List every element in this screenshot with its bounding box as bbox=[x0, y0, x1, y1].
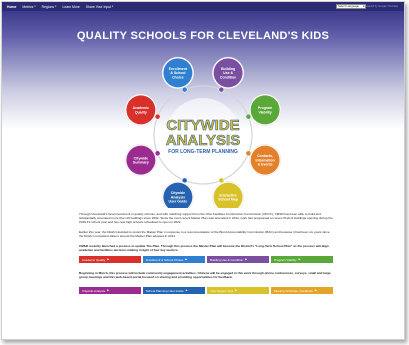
circle-label: Citywide Summary bbox=[133, 156, 149, 164]
arrow-right-icon: ▶ bbox=[185, 289, 188, 292]
program-viability-button[interactable]: Program Viability ▶ bbox=[271, 256, 333, 263]
metrics-button-row: Academic Quality ▶ Enrollment & School Cho… bbox=[79, 256, 333, 263]
button-label: Program Viability bbox=[274, 257, 297, 262]
building-use-condition-button[interactable]: Building Use & Condition ▶ bbox=[207, 256, 269, 263]
browser-page: Home Metrics ▾ Regions ▾ Learn More Share Your… bbox=[1, 1, 405, 340]
nav-item-label: Home bbox=[7, 4, 17, 9]
button-label: Building Use & Condition bbox=[210, 257, 244, 262]
center-title-line2: ANALYSIS bbox=[166, 132, 240, 149]
revisit-paragraph: Earlier this year, the District decided … bbox=[79, 230, 330, 239]
citywide-analysis-wheel: Enrollment & School ChoiceBuilding Use & Con… bbox=[124, 56, 282, 208]
button-label: Citywide Analysis bbox=[82, 288, 106, 293]
academic-quality-button[interactable]: Academic Quality ▶ bbox=[79, 256, 141, 263]
nav-item-label: Regions bbox=[41, 4, 55, 9]
nav-item-share-your-input[interactable]: Share Your Input ▾ bbox=[86, 5, 114, 9]
google-translate-credit: Powered by Google Translate bbox=[363, 5, 398, 8]
nav-item-label: Metrics bbox=[22, 4, 34, 9]
button-label: View Region Tool bbox=[210, 288, 234, 293]
circle-label: Academic Quality bbox=[133, 106, 150, 114]
intro-paragraph: Through Cleveland's local investment in … bbox=[79, 212, 333, 225]
top-navigation-bar: Home Metrics ▾ Regions ▾ Learn More Share Your… bbox=[2, 2, 404, 11]
arrow-right-icon: ▶ bbox=[185, 258, 188, 261]
nav-item-home[interactable]: Home bbox=[7, 5, 16, 9]
school-planning-user-guide-button[interactable]: School Planning User Guide ▶ bbox=[143, 287, 205, 294]
nav-item-label: Share Your Input bbox=[85, 4, 112, 9]
engagement-paragraph: Beginning in March, this process will in… bbox=[79, 271, 331, 280]
meeting-schedule-feedback-button[interactable]: Meeting Schedule, Feedback ▶ bbox=[271, 287, 333, 294]
center-subtitle: FOR LONG-TERM PLANNING bbox=[168, 149, 238, 155]
update-plan-paragraph: CMSD recently launched a process to upda… bbox=[79, 244, 329, 253]
nav-item-learn-more[interactable]: Learn More bbox=[62, 5, 79, 9]
circle-label: Citywide Analysis User Guide bbox=[169, 191, 188, 203]
arrow-right-icon: ▶ bbox=[298, 258, 301, 261]
chevron-down-icon: ▾ bbox=[55, 5, 57, 8]
arrow-right-icon: ▶ bbox=[235, 289, 238, 292]
arrow-right-icon: ▶ bbox=[107, 258, 110, 261]
language-select-value: Select Language bbox=[338, 4, 359, 9]
arrow-right-icon: ▶ bbox=[107, 289, 110, 292]
button-label: School Planning User Guide bbox=[146, 288, 184, 293]
button-label: Enrollment & School Choice bbox=[146, 257, 184, 262]
citywide-analysis-button[interactable]: Citywide Analysis ▶ bbox=[79, 287, 141, 294]
enrollment-school-choice-button[interactable]: Enrollment & School Choice ▶ bbox=[143, 256, 205, 263]
arrow-right-icon: ▶ bbox=[314, 289, 317, 292]
arrow-right-icon: ▶ bbox=[245, 258, 248, 261]
resources-button-row: Citywide Analysis ▶ School Planning User G… bbox=[79, 287, 333, 294]
button-label: Meeting Schedule, Feedback bbox=[274, 288, 313, 293]
view-region-tool-button[interactable]: View Region Tool ▶ bbox=[207, 287, 269, 294]
nav-item-metrics[interactable]: Metrics ▾ bbox=[22, 5, 35, 9]
language-select[interactable]: Select Language ▾ bbox=[336, 4, 366, 9]
nav-item-regions[interactable]: Regions ▾ bbox=[42, 5, 57, 9]
button-label: Academic Quality bbox=[82, 257, 106, 262]
circle-label: Contacts, Information & Events bbox=[255, 154, 274, 166]
chevron-down-icon: ▾ bbox=[112, 5, 114, 8]
circle-label: Program Viability bbox=[258, 106, 272, 114]
chevron-down-icon: ▾ bbox=[34, 5, 36, 8]
nav-item-label: Learn More bbox=[62, 4, 80, 9]
circle-label: Interactive School Map bbox=[218, 193, 238, 201]
